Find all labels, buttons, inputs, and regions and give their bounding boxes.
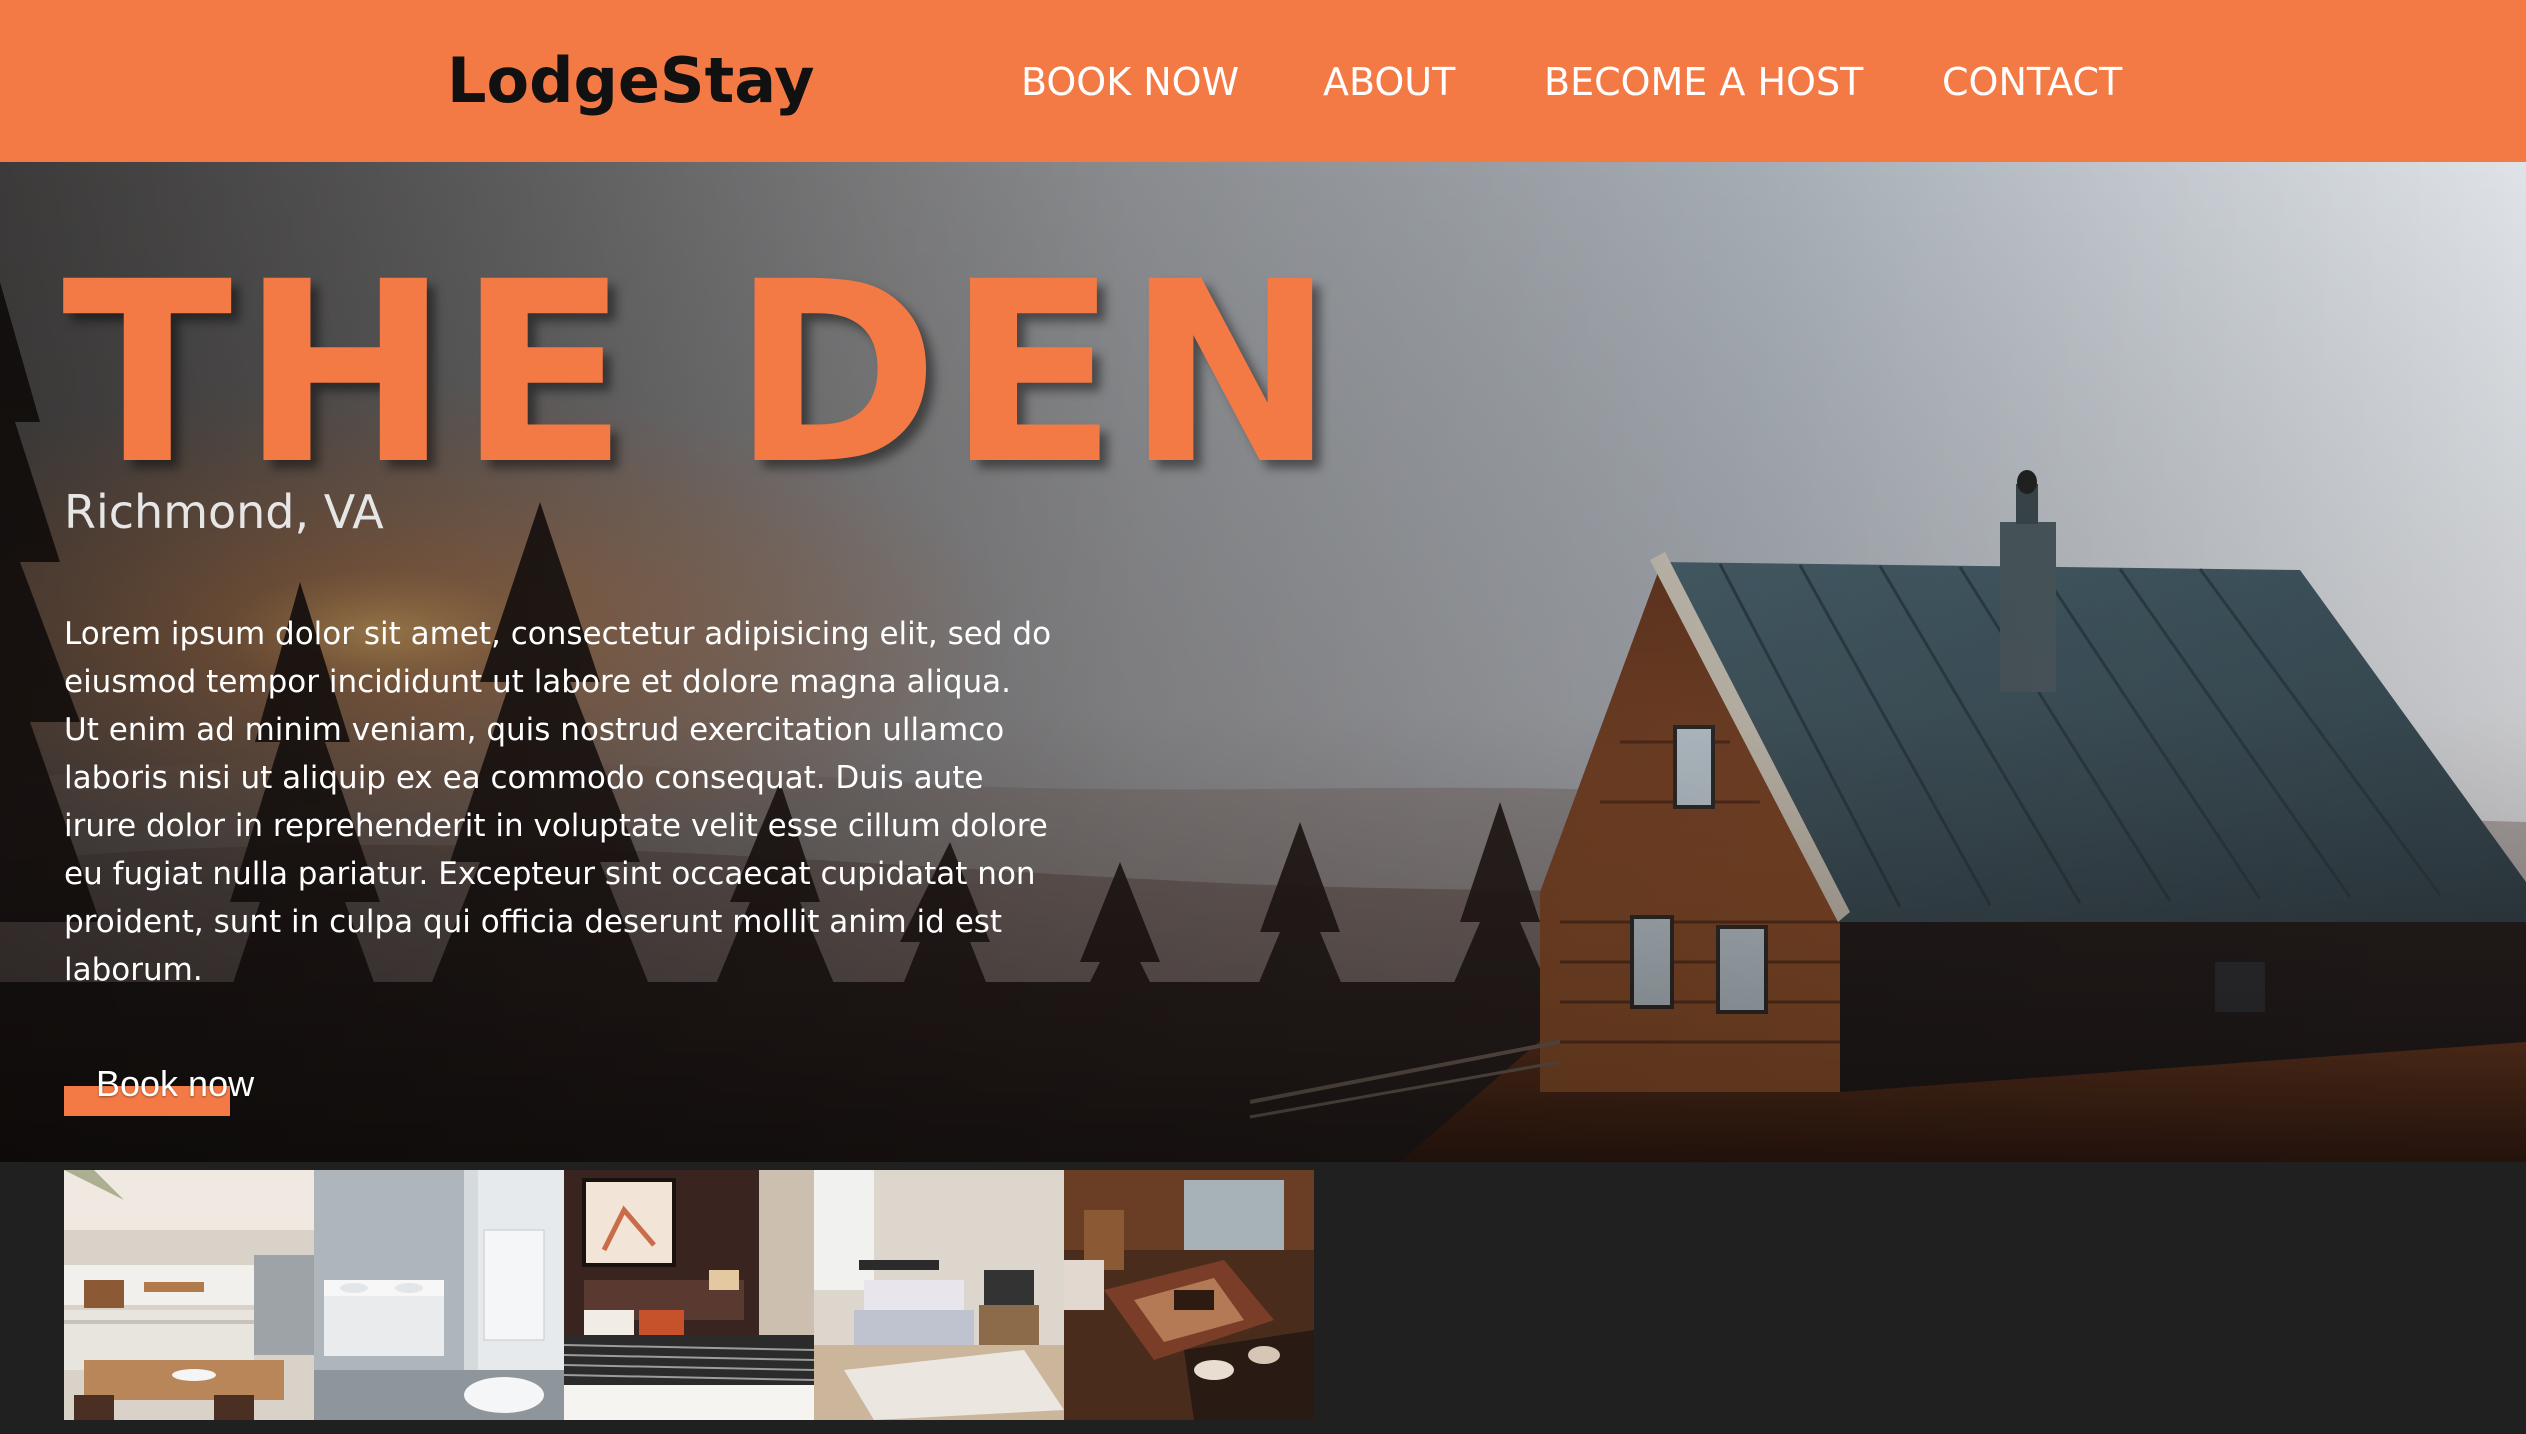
nav-contact-link[interactable]: CONTACT bbox=[1942, 54, 2122, 110]
property-location: Richmond, VA bbox=[64, 485, 384, 539]
top-navigation-bar: LodgeStay BOOK NOW ABOUT BECOME A HOST C… bbox=[0, 0, 2526, 162]
bedroom-dark-image bbox=[564, 1170, 814, 1420]
hero-section: THE DEN Richmond, VA Lorem ipsum dolor s… bbox=[0, 162, 2526, 1162]
gallery-photo-bedroom-light[interactable] bbox=[814, 1170, 1064, 1420]
gallery-photo-kitchen[interactable] bbox=[64, 1170, 314, 1420]
book-now-label: Book now bbox=[96, 1063, 255, 1104]
living-room-image bbox=[1064, 1170, 1314, 1420]
gallery-photo-bedroom-dark[interactable] bbox=[564, 1170, 814, 1420]
property-title: THE DEN bbox=[62, 228, 1344, 519]
nav-book-now-link[interactable]: BOOK NOW bbox=[1021, 54, 1239, 110]
bathroom-image bbox=[314, 1170, 564, 1420]
nav-about-link[interactable]: ABOUT bbox=[1323, 54, 1455, 110]
bedroom-light-image bbox=[814, 1170, 1064, 1420]
photo-gallery bbox=[64, 1170, 1314, 1420]
property-description: Lorem ipsum dolor sit amet, consectetur … bbox=[64, 616, 1052, 988]
nav-become-a-host-link[interactable]: BECOME A HOST bbox=[1544, 54, 1863, 110]
kitchen-image bbox=[64, 1170, 314, 1420]
gallery-photo-living-room[interactable] bbox=[1064, 1170, 1314, 1420]
gallery-photo-bathroom[interactable] bbox=[314, 1170, 564, 1420]
book-now-button[interactable]: Book now bbox=[64, 1056, 324, 1116]
site-logo[interactable]: LodgeStay bbox=[447, 42, 815, 120]
